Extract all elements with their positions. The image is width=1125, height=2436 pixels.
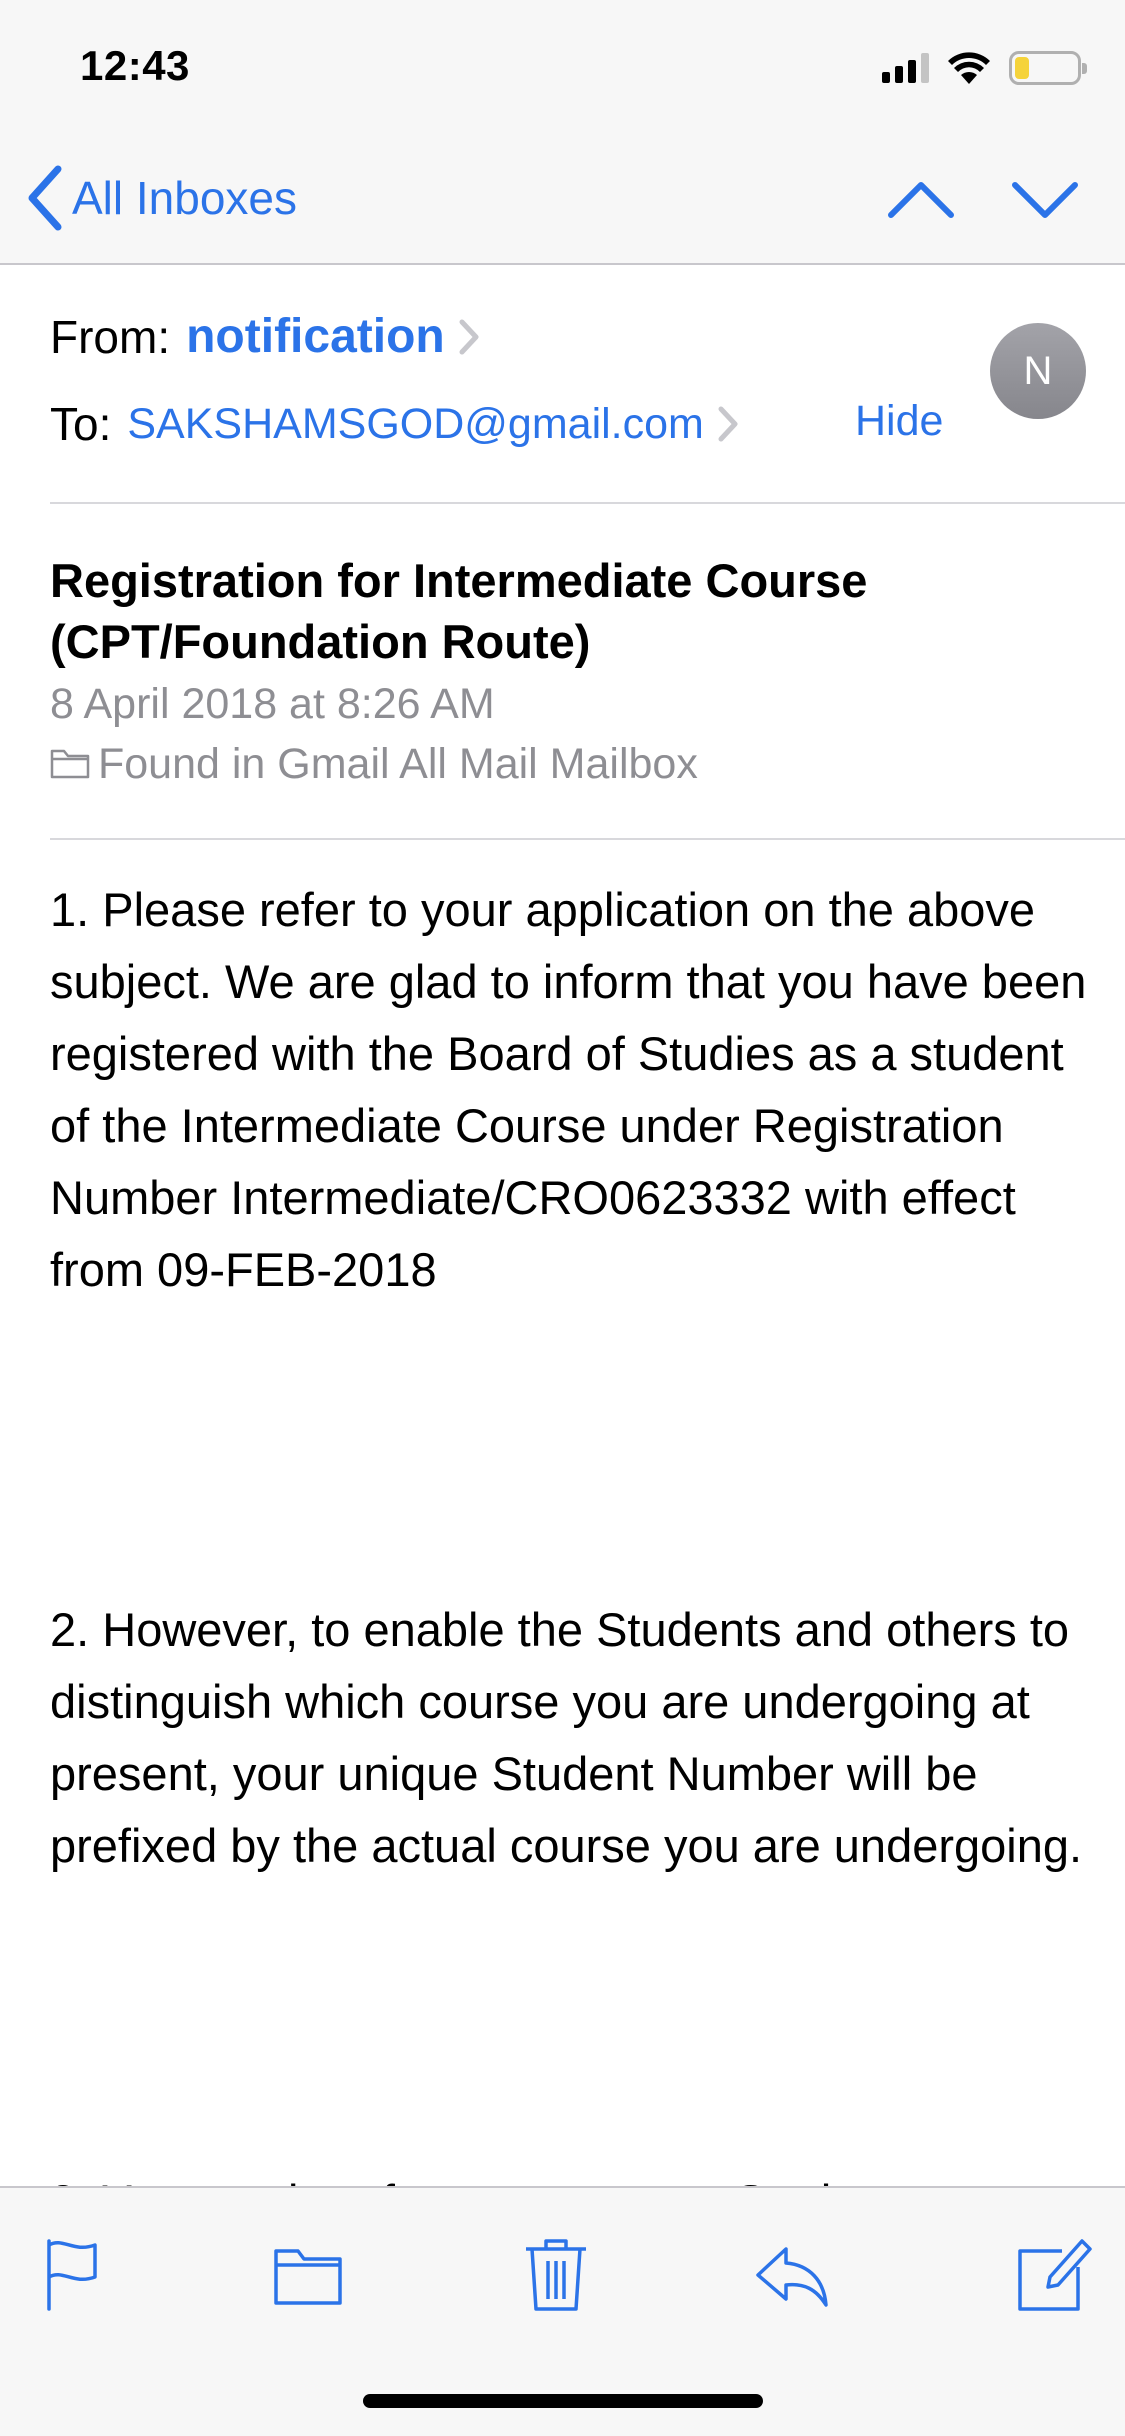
to-label: To: — [50, 398, 112, 450]
home-indicator[interactable] — [363, 2394, 763, 2408]
flag-icon[interactable] — [33, 2233, 113, 2313]
reply-icon[interactable] — [752, 2233, 832, 2313]
to-row: To: SAKSHAMSGOD@gmail.com — [50, 397, 740, 451]
chevron-down-icon[interactable] — [1010, 167, 1080, 233]
message-date: 8 April 2018 at 8:26 AM — [50, 680, 495, 728]
sender-name[interactable]: notification — [186, 309, 445, 364]
status-time: 12:43 — [80, 42, 190, 89]
message-subject: Registration for Intermediate Course (CP… — [50, 554, 868, 668]
back-button[interactable]: All Inboxes — [24, 163, 297, 233]
sender-avatar: N — [990, 323, 1086, 419]
chevron-up-icon[interactable] — [886, 167, 956, 233]
cellular-signal-icon — [882, 53, 929, 83]
status-icons — [882, 48, 1087, 88]
message-header: From: notification To: SAKSHAMSGOD@gmail… — [0, 265, 1125, 505]
battery-low-icon — [1009, 51, 1087, 85]
chevron-right-icon — [459, 319, 479, 354]
navigation-bar: All Inboxes — [0, 135, 1125, 265]
message-body: 1. Please refer to your application on t… — [0, 838, 1125, 2186]
header-divider — [50, 502, 1125, 504]
trash-icon[interactable] — [516, 2233, 596, 2313]
folder-icon — [50, 749, 90, 779]
wifi-icon — [948, 52, 990, 84]
chevron-right-icon — [718, 406, 738, 442]
hide-details-link[interactable]: Hide — [855, 397, 943, 446]
body-paragraph: 3. You are therefore, to use your Studen… — [50, 2166, 1090, 2186]
back-label: All Inboxes — [72, 172, 298, 224]
body-paragraph: 2. However, to enable the Students and o… — [50, 1603, 1083, 1872]
folder-icon[interactable] — [268, 2233, 348, 2313]
compose-icon[interactable] — [1012, 2233, 1092, 2313]
body-paragraph: 1. Please refer to your application on t… — [50, 883, 1087, 1296]
mailbox-label: Found in Gmail All Mail Mailbox — [98, 740, 698, 788]
status-bar: 12:43 — [0, 0, 1125, 135]
subject-block: Registration for Intermediate Course (CP… — [50, 550, 1090, 794]
from-label: From: — [50, 310, 171, 363]
mailbox-info: Found in Gmail All Mail Mailbox — [50, 734, 1090, 794]
chevron-left-icon — [28, 165, 62, 231]
from-row: From: notification — [50, 309, 481, 364]
recipient-address[interactable]: SAKSHAMSGOD@gmail.com — [127, 400, 704, 449]
